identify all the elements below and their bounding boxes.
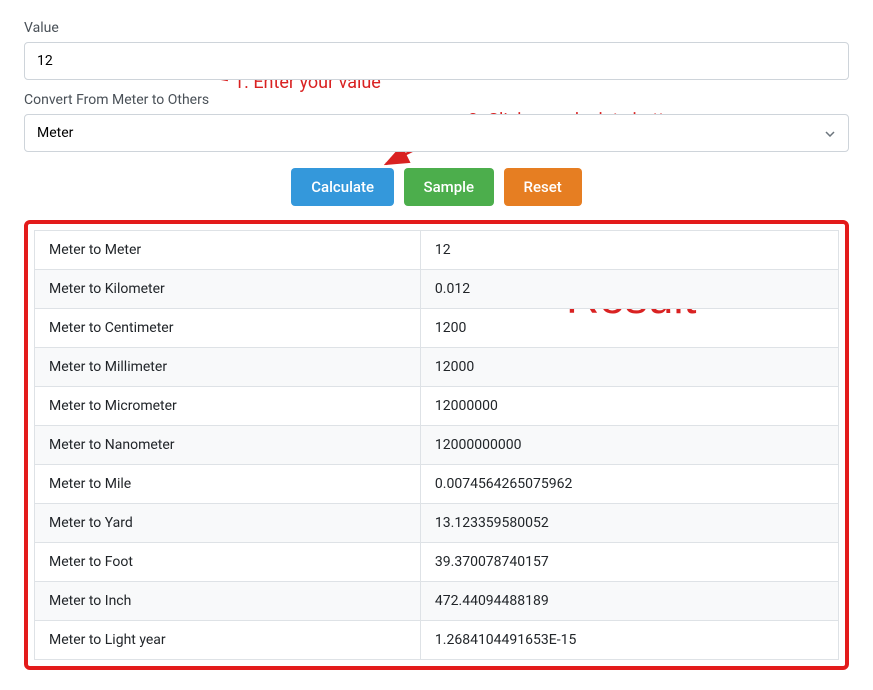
conversion-label: Meter to Nanometer xyxy=(35,426,421,465)
conversion-label: Meter to Light year xyxy=(35,621,421,660)
table-row: Meter to Meter12 xyxy=(35,231,839,270)
conversion-value: 1200 xyxy=(420,309,838,348)
table-row: Meter to Inch472.44094488189 xyxy=(35,582,839,621)
conversion-value: 12 xyxy=(420,231,838,270)
table-row: Meter to Kilometer0.012 xyxy=(35,270,839,309)
table-row: Meter to Light year1.2684104491653E-15 xyxy=(35,621,839,660)
result-box: Meter to Meter12Meter to Kilometer0.012M… xyxy=(24,220,849,670)
sample-button[interactable]: Sample xyxy=(404,168,495,206)
table-row: Meter to Yard13.123359580052 xyxy=(35,504,839,543)
table-row: Meter to Millimeter12000 xyxy=(35,348,839,387)
conversion-label: Meter to Micrometer xyxy=(35,387,421,426)
table-row: Meter to Centimeter1200 xyxy=(35,309,839,348)
table-row: Meter to Micrometer12000000 xyxy=(35,387,839,426)
conversion-label: Meter to Inch xyxy=(35,582,421,621)
conversion-value: 12000000000 xyxy=(420,426,838,465)
unit-select[interactable]: Meter xyxy=(24,114,849,152)
table-row: Meter to Mile0.0074564265075962 xyxy=(35,465,839,504)
conversion-value: 1.2684104491653E-15 xyxy=(420,621,838,660)
value-input[interactable] xyxy=(24,42,849,80)
convert-from-label: Convert From Meter to Others xyxy=(24,92,849,108)
conversion-value: 12000000 xyxy=(420,387,838,426)
conversion-label: Meter to Foot xyxy=(35,543,421,582)
conversion-label: Meter to Yard xyxy=(35,504,421,543)
conversion-label: Meter to Kilometer xyxy=(35,270,421,309)
conversion-label: Meter to Mile xyxy=(35,465,421,504)
convert-from-group: Convert From Meter to Others Meter xyxy=(24,92,849,152)
conversion-label: Meter to Centimeter xyxy=(35,309,421,348)
conversion-value: 472.44094488189 xyxy=(420,582,838,621)
conversion-label: Meter to Meter xyxy=(35,231,421,270)
value-group: Value xyxy=(24,20,849,80)
conversion-label: Meter to Millimeter xyxy=(35,348,421,387)
reset-button[interactable]: Reset xyxy=(504,168,582,206)
table-row: Meter to Nanometer12000000000 xyxy=(35,426,839,465)
button-row: Calculate Sample Reset xyxy=(24,168,849,206)
table-row: Meter to Foot39.370078740157 xyxy=(35,543,839,582)
conversion-value: 39.370078740157 xyxy=(420,543,838,582)
conversion-value: 0.012 xyxy=(420,270,838,309)
calculate-button[interactable]: Calculate xyxy=(291,168,394,206)
conversion-value: 0.0074564265075962 xyxy=(420,465,838,504)
conversion-value: 12000 xyxy=(420,348,838,387)
value-label: Value xyxy=(24,20,849,36)
result-table: Meter to Meter12Meter to Kilometer0.012M… xyxy=(34,230,839,660)
conversion-value: 13.123359580052 xyxy=(420,504,838,543)
